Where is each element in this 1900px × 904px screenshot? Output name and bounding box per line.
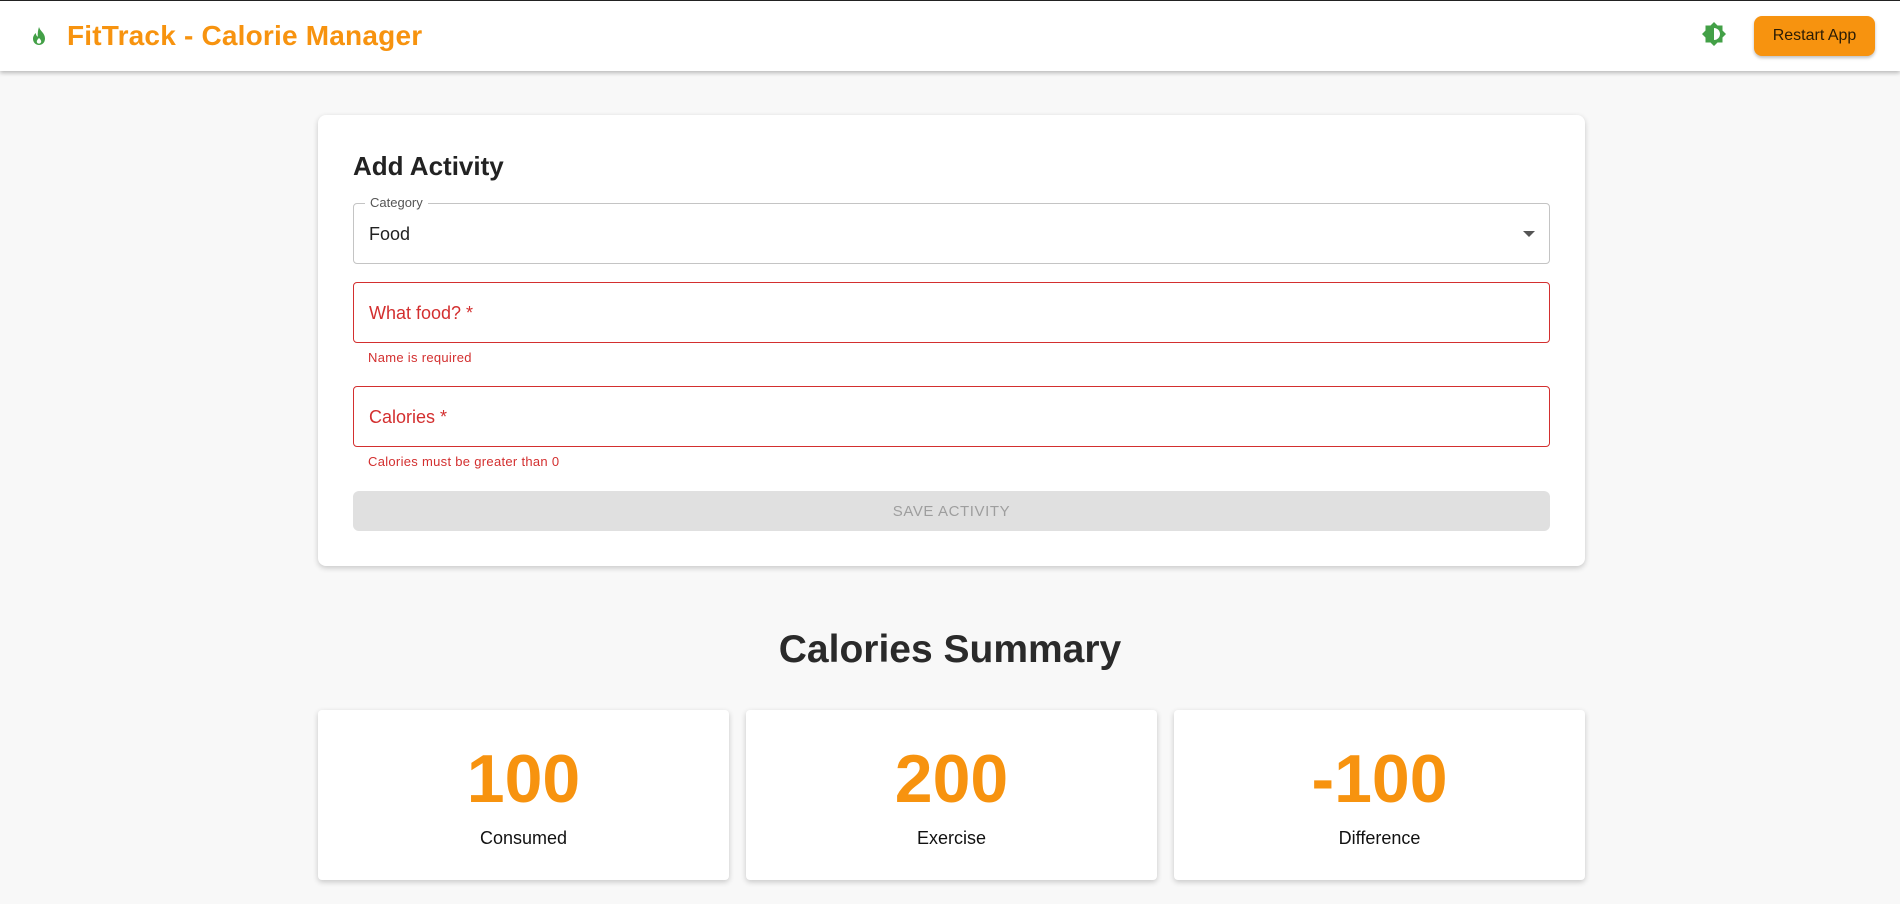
save-activity-button[interactable]: SAVE ACTIVITY [353, 491, 1550, 531]
form-title: Add Activity [353, 151, 504, 181]
stat-label: Consumed [479, 828, 568, 848]
summary-title: Calories Summary [778, 628, 1122, 671]
theme-toggle-button[interactable] [1694, 16, 1734, 56]
calories-input[interactable] [354, 387, 1549, 446]
flame-icon [25, 22, 53, 50]
category-label: Category [365, 195, 428, 210]
calories-error: Calories must be greater than 0 [368, 454, 560, 469]
food-name-field: What food? * [353, 282, 1550, 343]
category-value: Food [369, 224, 411, 244]
add-activity-card: Add Activity Category Food What food? * … [318, 115, 1585, 566]
stat-label: Exercise [916, 828, 987, 848]
food-name-input[interactable] [354, 283, 1549, 342]
stat-value: 100 [466, 741, 581, 817]
stat-label: Difference [1338, 828, 1421, 848]
stat-card-consumed: 100 Consumed [318, 710, 729, 880]
app-title: FitTrack - Calorie Manager [67, 20, 423, 51]
stat-value: -100 [1311, 741, 1448, 817]
app-bar: FitTrack - Calorie Manager Restart App [0, 0, 1900, 71]
restart-app-button[interactable]: Restart App [1754, 16, 1875, 56]
calories-field: Calories * [353, 386, 1550, 447]
category-select[interactable]: Category Food [353, 195, 1550, 264]
caret-down-icon [1523, 231, 1535, 237]
brightness-icon [1701, 21, 1727, 52]
food-name-error: Name is required [368, 350, 472, 365]
stat-value: 200 [894, 741, 1009, 817]
stat-card-exercise: 200 Exercise [746, 710, 1157, 880]
stat-card-difference: -100 Difference [1174, 710, 1585, 880]
